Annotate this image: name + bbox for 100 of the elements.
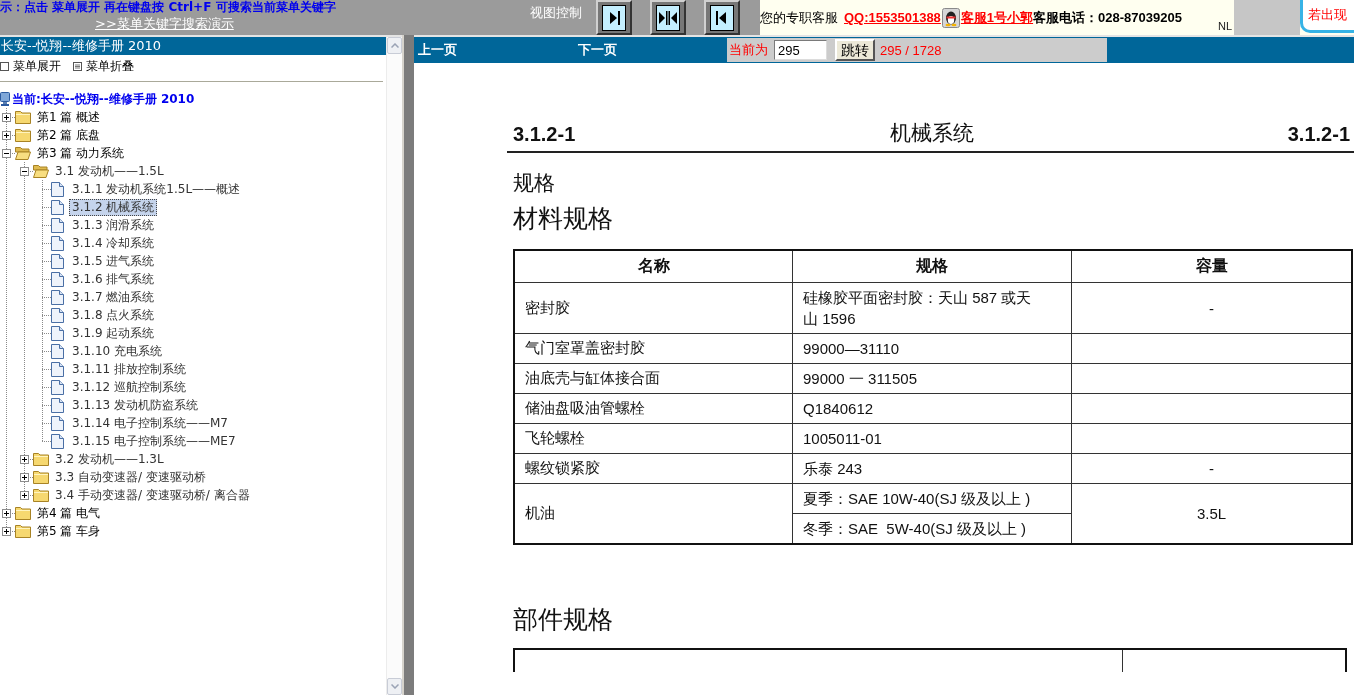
page-icon xyxy=(51,253,64,269)
open-folder-icon xyxy=(15,146,31,160)
plus-box-icon[interactable] xyxy=(1,130,11,140)
folder-icon xyxy=(33,452,49,466)
tree-item[interactable]: 3.1.14 电子控制系统——M7 xyxy=(69,414,231,432)
tree-item[interactable]: 第4 篇 电气 xyxy=(34,504,104,522)
plus-box-icon[interactable] xyxy=(1,112,11,122)
tree-item[interactable]: 3.1.15 电子控制系统——ME7 xyxy=(69,432,239,450)
table-cell: 夏季：SAE 10W-40(SJ 级及以上 ) xyxy=(792,483,1072,514)
plus-box-icon[interactable] xyxy=(1,526,11,536)
current-page-label: 当前为 xyxy=(729,41,768,59)
tree-item[interactable]: 第3 篇 动力系统 xyxy=(34,144,128,162)
plus-box-icon[interactable] xyxy=(19,490,29,500)
tree-item[interactable]: 3.1.10 充电系统 xyxy=(69,342,165,360)
arrow-left-bar-icon xyxy=(710,4,734,31)
image-caption: NL xyxy=(1217,20,1232,33)
table-cell: 油底壳与缸体接合面 xyxy=(514,363,793,394)
folder-icon xyxy=(33,488,49,502)
view-toggle-button[interactable] xyxy=(596,0,632,35)
tree-item[interactable]: 第2 篇 底盘 xyxy=(34,126,104,144)
view-control-label: 视图控制 xyxy=(530,5,582,21)
list-square-icon xyxy=(73,61,82,71)
chevron-down-icon xyxy=(390,684,399,689)
page-icon xyxy=(51,217,64,233)
tree-item[interactable]: 3.1.8 点火系统 xyxy=(69,306,158,324)
tree-item[interactable]: 3.1.9 起动系统 xyxy=(69,324,158,342)
page-icon xyxy=(51,199,64,215)
table-cell: 螺纹锁紧胶 xyxy=(514,453,793,484)
table-cell: 乐泰 243 xyxy=(792,453,1072,484)
menu-action-link[interactable]: 菜单折叠 xyxy=(73,58,134,74)
page-icon xyxy=(51,235,64,251)
table-cell: 硅橡胶平面密封胶：天山 587 或天山 1596 xyxy=(792,282,1072,334)
view-toggle-button[interactable] xyxy=(650,0,686,35)
qq-link[interactable]: QQ:1553501388 xyxy=(844,10,941,25)
arrows-inward-icon xyxy=(656,4,680,31)
agent-link[interactable]: 客服1号小郭 xyxy=(960,8,1034,27)
table-cell: 飞轮螺栓 xyxy=(514,423,793,454)
page-icon xyxy=(51,307,64,323)
subsection-heading: 部件规格 xyxy=(513,605,613,635)
support-label: 您的专职客服 xyxy=(760,8,838,27)
menu-action-link[interactable]: 菜单展开 xyxy=(0,58,61,74)
tree-item[interactable]: 3.1.5 进气系统 xyxy=(69,252,158,270)
folder-icon xyxy=(33,470,49,484)
plus-box-icon[interactable] xyxy=(1,508,11,518)
tree-item[interactable]: 3.1.6 排气系统 xyxy=(69,270,158,288)
page-number: 3.1.2-1 xyxy=(513,123,576,145)
penguin-icon[interactable] xyxy=(941,7,960,28)
document-title: 机械系统 xyxy=(889,121,974,145)
page-icon xyxy=(51,181,64,197)
notice-text: 若出现 xyxy=(1308,6,1347,24)
tree-item[interactable]: 3.2 发动机——1.3L xyxy=(52,450,167,468)
square-icon xyxy=(0,61,9,71)
tree-item[interactable]: 3.1.1 发动机系统1.5L——概述 xyxy=(69,180,244,198)
go-button[interactable]: 跳转 xyxy=(835,39,875,61)
tree-item[interactable]: 3.1.12 巡航控制系统 xyxy=(69,378,189,396)
tree-item[interactable]: 3.4 手动变速器/ 变速驱动桥/ 离合器 xyxy=(52,486,253,504)
table-cell: 99000 一 311505 xyxy=(792,363,1072,394)
tree-item[interactable]: 3.1.7 燃油系统 xyxy=(69,288,158,306)
page-icon xyxy=(51,343,64,359)
splitter[interactable] xyxy=(402,35,414,695)
plus-box-icon[interactable] xyxy=(19,454,29,464)
prev-page-link[interactable]: 上一页 xyxy=(418,42,457,58)
tree-item[interactable]: 3.3 自动变速器/ 变速驱动桥 xyxy=(52,468,209,486)
minus-box-icon[interactable] xyxy=(1,148,11,158)
folder-icon xyxy=(15,506,31,520)
page-icon xyxy=(51,289,64,305)
monitor-icon xyxy=(0,92,10,106)
folder-icon xyxy=(15,128,31,142)
page-icon xyxy=(51,433,64,449)
open-folder-icon xyxy=(33,164,49,178)
view-toggle-button[interactable] xyxy=(704,0,740,35)
tree-item[interactable]: 3.1.4 冷却系统 xyxy=(69,234,158,252)
tree-item[interactable]: 3.1.3 润滑系统 xyxy=(69,216,158,234)
panel-title: 长安--悦翔--维修手册 2010 xyxy=(0,37,386,55)
table-cell: Q1840612 xyxy=(792,393,1072,424)
section-heading: 规格 xyxy=(513,170,555,196)
chevron-up-icon xyxy=(390,43,399,48)
column-header: 规格 xyxy=(792,250,1072,283)
tree-item[interactable]: 3.1.2 机械系统 xyxy=(69,198,158,216)
table-cell: 99000—31110 xyxy=(792,333,1072,364)
page-icon xyxy=(51,379,64,395)
next-page-link[interactable]: 下一页 xyxy=(578,42,617,58)
tree-item[interactable]: 3.1.11 排放控制系统 xyxy=(69,360,189,378)
plus-box-icon[interactable] xyxy=(19,472,29,482)
hint-text: 示：点击 菜单展开 再在键盘按 Ctrl+F 可搜索当前菜单关键字 xyxy=(0,0,336,15)
column-header: 名称 xyxy=(514,250,793,283)
tree-item[interactable]: 第1 篇 概述 xyxy=(34,108,104,126)
folder-icon xyxy=(15,110,31,124)
page-input[interactable]: 295 xyxy=(774,40,827,60)
tree-root-label[interactable]: 当前:长安--悦翔--维修手册 2010 xyxy=(12,90,195,108)
tree-item[interactable]: 3.1 发动机——1.5L xyxy=(52,162,167,180)
page-number: 3.1.2-1 xyxy=(1287,123,1350,145)
page-icon xyxy=(51,361,64,377)
phone-text: 客服电话：028-87039205 xyxy=(1033,8,1182,27)
folder-icon xyxy=(15,524,31,538)
table-cell: 储油盘吸油管螺栓 xyxy=(514,393,793,424)
page-icon xyxy=(51,325,64,341)
tree-item[interactable]: 第5 篇 车身 xyxy=(34,522,104,540)
minus-box-icon[interactable] xyxy=(19,166,29,176)
tree-item[interactable]: 3.1.13 发动机防盗系统 xyxy=(69,396,201,414)
